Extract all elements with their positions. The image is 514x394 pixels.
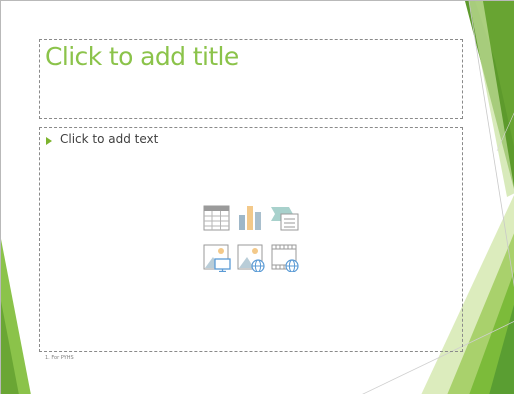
content-placeholder-text: Click to add text — [60, 132, 159, 146]
slide-footer: 1. For PYHS — [45, 355, 74, 361]
insert-picture-icon[interactable] — [203, 244, 231, 272]
insert-online-picture-icon[interactable] — [237, 244, 265, 272]
insert-chart-icon[interactable] — [237, 204, 265, 232]
content-placeholder[interactable]: Click to add text — [39, 127, 463, 352]
title-placeholder[interactable]: Click to add title — [39, 39, 463, 119]
insert-table-icon[interactable] — [203, 204, 231, 232]
bullet-icon — [46, 137, 52, 145]
slide-canvas[interactable]: Click to add title Click to add text 1. … — [0, 0, 514, 394]
insert-smartart-icon[interactable] — [271, 204, 299, 232]
insert-video-icon[interactable] — [271, 244, 299, 272]
title-placeholder-text: Click to add title — [45, 42, 239, 71]
